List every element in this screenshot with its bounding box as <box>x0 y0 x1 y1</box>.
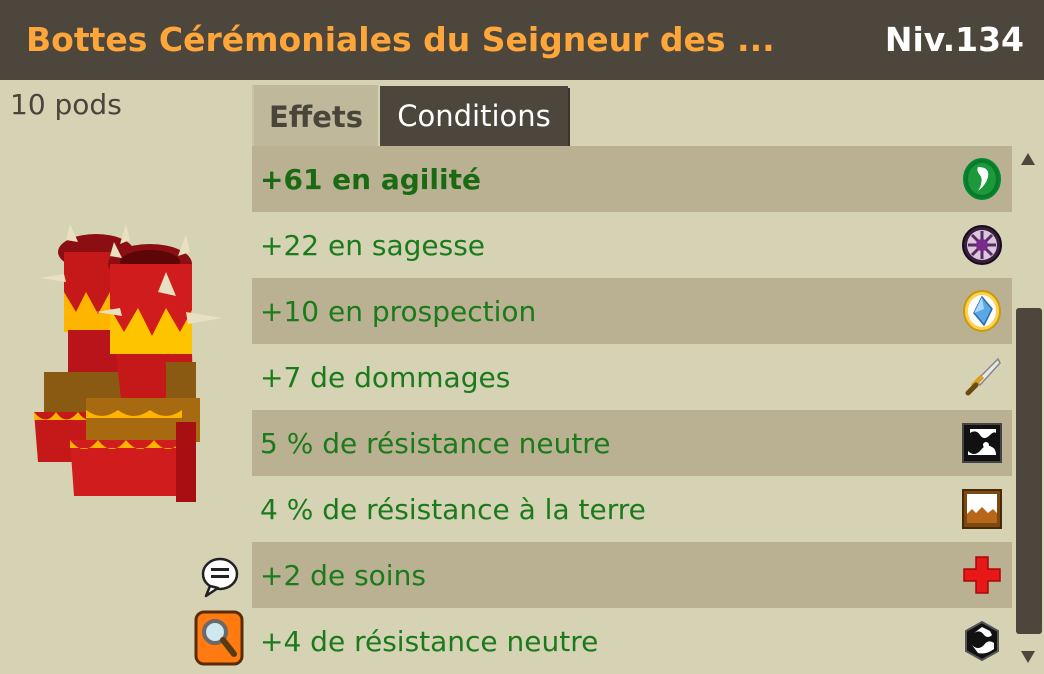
effect-row: +7 de dommages <box>252 344 1012 410</box>
effect-row: 5 % de résistance neutre <box>252 410 1012 476</box>
item-image-icon <box>34 224 222 502</box>
earth-resistance-icon <box>962 489 1002 529</box>
effect-row: +61 en agilité <box>252 146 1012 212</box>
agility-icon <box>963 158 1001 200</box>
effect-text: +2 de soins <box>260 558 426 592</box>
title-bar: Bottes Cérémoniales du Seigneur des ... … <box>0 0 1044 80</box>
effect-row: +22 en sagesse <box>252 212 1012 278</box>
effect-text: +4 de résistance neutre <box>260 624 599 658</box>
heal-cross-icon <box>963 556 1001 594</box>
scroll-down-icon[interactable] <box>1020 650 1036 664</box>
magnifier-button[interactable] <box>194 608 244 668</box>
effect-text: +10 en prospection <box>260 294 537 328</box>
scroll-thumb[interactable] <box>1016 308 1042 634</box>
scroll-up-icon[interactable] <box>1020 152 1036 166</box>
tab-effects[interactable]: Effets <box>252 85 378 148</box>
effects-list: +61 en agilité +22 en sagesse +10 en pro… <box>252 146 1012 674</box>
tab-bar: Effets Conditions <box>252 80 1044 148</box>
effect-text: 5 % de résistance neutre <box>260 426 611 460</box>
chat-bubble-icon[interactable] <box>200 556 240 600</box>
item-level: Niv.134 <box>884 20 1024 59</box>
prospecting-icon <box>963 290 1001 332</box>
effect-text: +22 en sagesse <box>260 228 486 262</box>
wisdom-icon <box>962 225 1002 265</box>
effect-text: 4 % de résistance à la terre <box>260 492 646 526</box>
item-weight: 10 pods <box>10 88 122 121</box>
effect-text: +61 en agilité <box>260 162 481 196</box>
effect-row: +4 de résistance neutre <box>252 608 1012 674</box>
effects-scrollbar[interactable] <box>1012 146 1044 674</box>
item-name: Bottes Cérémoniales du Seigneur des ... <box>26 20 775 59</box>
neutral-shield-icon <box>965 620 999 662</box>
effect-row: +10 en prospection <box>252 278 1012 344</box>
damage-sword-icon <box>965 357 1001 396</box>
neutral-resistance-icon <box>962 423 1002 463</box>
effect-row: +2 de soins <box>252 542 1012 608</box>
effect-text: +7 de dommages <box>260 360 511 394</box>
tab-conditions[interactable]: Conditions <box>380 86 568 146</box>
effect-row: 4 % de résistance à la terre <box>252 476 1012 542</box>
